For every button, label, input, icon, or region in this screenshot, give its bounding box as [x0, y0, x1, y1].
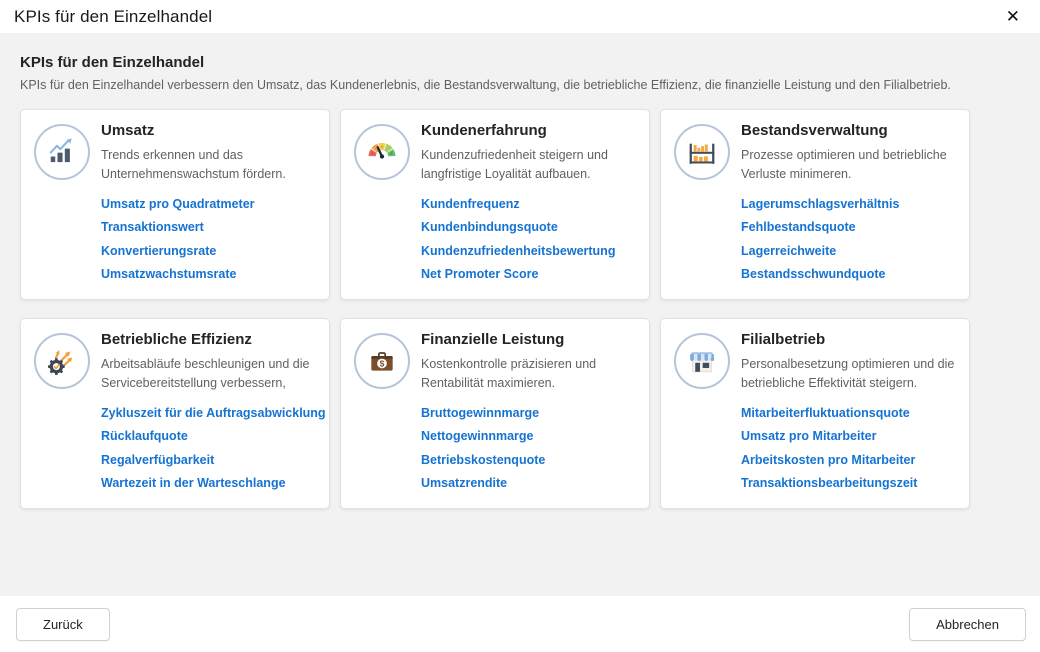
kpi-card-filialbetrieb: Filialbetrieb Personalbesetzung optimier… [660, 318, 970, 509]
dialog-footer: Zurück Abbrechen [0, 596, 1040, 652]
kpi-link[interactable]: Regalverfügbarkeit [101, 453, 321, 467]
kpi-link[interactable]: Fehlbestandsquote [741, 220, 961, 234]
kpi-link[interactable]: Umsatz pro Quadratmeter [101, 197, 321, 211]
bar-chart-growth-icon [34, 124, 90, 180]
kpi-link[interactable]: Lagerreichweite [741, 244, 961, 258]
page-subtitle: KPIs für den Einzelhandel verbessern den… [20, 78, 1020, 92]
kpi-card-finanzielle-leistung: $ Finanzielle Leistung Kostenkontrolle p… [340, 318, 650, 509]
kpi-link[interactable]: Bestandsschwundquote [741, 267, 961, 281]
card-description: Personalbesetzung optimieren und die bet… [741, 355, 961, 393]
kpi-card-umsatz: Umsatz Trends erkennen und das Unternehm… [20, 109, 330, 300]
kpi-link[interactable]: Lagerumschlagsverhältnis [741, 197, 961, 211]
card-title: Betriebliche Effizienz [101, 331, 321, 348]
kpi-link[interactable]: Arbeitskosten pro Mitarbeiter [741, 453, 961, 467]
kpi-link[interactable]: Bruttogewinnmarge [421, 406, 641, 420]
dialog-header: KPIs für den Einzelhandel ✕ [0, 0, 1040, 33]
kpi-link[interactable]: Rücklaufquote [101, 429, 321, 443]
kpi-link[interactable]: Konvertierungsrate [101, 244, 321, 258]
briefcase-dollar-icon: $ [354, 333, 410, 389]
inventory-shelf-icon [674, 124, 730, 180]
close-button[interactable]: ✕ [1002, 6, 1024, 27]
card-title: Finanzielle Leistung [421, 331, 641, 348]
content-area: KPIs für den Einzelhandel KPIs für den E… [0, 33, 1040, 596]
close-icon: ✕ [1006, 7, 1020, 26]
kpi-link[interactable]: Nettogewinnmarge [421, 429, 641, 443]
card-description: Kundenzufriedenheit steigern und langfri… [421, 146, 641, 184]
card-description: Trends erkennen und das Unternehmenswach… [101, 146, 321, 184]
kpi-link[interactable]: Umsatzwachstumsrate [101, 267, 321, 281]
card-description: Prozesse optimieren und betriebliche Ver… [741, 146, 961, 184]
kpi-link[interactable]: Net Promoter Score [421, 267, 641, 281]
card-title: Kundenerfahrung [421, 122, 641, 139]
kpi-card-betriebliche-effizienz: Betriebliche Effizienz Arbeitsabläufe be… [20, 318, 330, 509]
kpi-link[interactable]: Wartezeit in der Warteschlange [101, 476, 321, 490]
kpi-card-kundenerfahrung: Kundenerfahrung Kundenzufriedenheit stei… [340, 109, 650, 300]
cancel-button[interactable]: Abbrechen [909, 608, 1026, 641]
kpi-link[interactable]: Umsatzrendite [421, 476, 641, 490]
card-title: Bestandsverwaltung [741, 122, 961, 139]
kpi-link[interactable]: Kundenzufriedenheitsbewertung [421, 244, 641, 258]
kpi-link[interactable]: Mitarbeiterfluktuationsquote [741, 406, 961, 420]
card-description: Kostenkontrolle präzisieren und Rentabil… [421, 355, 641, 393]
kpi-link[interactable]: Transaktionswert [101, 220, 321, 234]
storefront-icon [674, 333, 730, 389]
kpi-link[interactable]: Kundenfrequenz [421, 197, 641, 211]
page-heading: KPIs für den Einzelhandel [20, 54, 1020, 71]
kpi-link[interactable]: Umsatz pro Mitarbeiter [741, 429, 961, 443]
card-title: Filialbetrieb [741, 331, 961, 348]
dialog-title: KPIs für den Einzelhandel [14, 7, 212, 27]
satisfaction-gauge-icon [354, 124, 410, 180]
kpi-link[interactable]: Zykluszeit für die Auftragsabwicklung [101, 406, 321, 420]
svg-text:$: $ [380, 358, 385, 368]
kpi-link[interactable]: Transaktionsbearbeitungszeit [741, 476, 961, 490]
kpi-link[interactable]: Betriebskostenquote [421, 453, 641, 467]
kpi-card-grid: Umsatz Trends erkennen und das Unternehm… [20, 109, 1020, 509]
kpi-link[interactable]: Kundenbindungsquote [421, 220, 641, 234]
gear-arrows-icon [34, 333, 90, 389]
back-button[interactable]: Zurück [16, 608, 110, 641]
kpi-card-bestandsverwaltung: Bestandsverwaltung Prozesse optimieren u… [660, 109, 970, 300]
card-title: Umsatz [101, 122, 321, 139]
card-description: Arbeitsabläufe beschleunigen und die Ser… [101, 355, 321, 393]
